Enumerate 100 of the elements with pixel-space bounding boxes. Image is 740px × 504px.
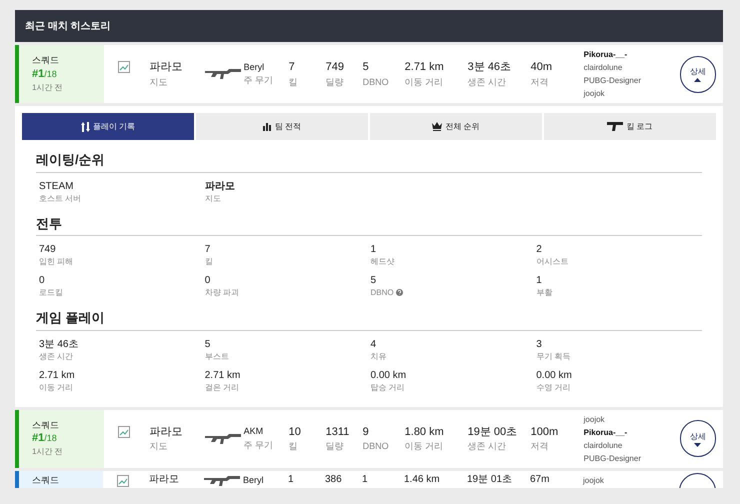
map-name: 파라모 [149,474,180,486]
stat-label: 딜량 [326,76,345,88]
tab[interactable]: 팀 전적 [196,113,368,140]
details-button[interactable]: 상세 [680,420,716,457]
broken-image-icon [118,426,130,438]
tab[interactable]: 전체 순위 [370,113,542,140]
stat-label: 차량 파괴 [204,287,239,298]
stat-value: 2 [536,243,543,256]
stat-value: STEAM [39,180,74,192]
stat-value: 3 [536,338,543,350]
stat-value: 386 [325,474,343,486]
rank-text: #1/18 [32,432,58,446]
stat-label: 부활 [536,287,552,298]
stat-label: 부스트 [204,350,229,362]
caret-down-icon [694,442,702,446]
stat-label: 주 무기 [244,74,274,87]
player-name[interactable]: clairdolune [584,438,680,452]
pistol-icon [607,122,624,131]
stat-value: 1311 [326,424,350,440]
stat-label: 저격 [530,440,550,453]
help-icon[interactable] [396,289,403,296]
stat-label: 생존 시간 [39,350,74,362]
stat-label: 이동 거리 [404,76,444,88]
stat-label: 탑승 거리 [370,382,405,392]
stat-label: DBNO [362,76,390,88]
header-title: 최근 매치 히스토리 [25,20,111,34]
details-button[interactable]: 상세 [680,56,716,92]
sort-icon [80,122,90,132]
stat-value: 9 [362,424,370,440]
weapon-name: Beryl [243,474,265,486]
player-name[interactable]: joojok [584,412,680,426]
map-name: 파라모 [150,60,184,75]
stat-label: 이동 거리 [39,382,74,392]
stat-label: 킬 [288,440,299,453]
stat-label: 생존 시간 [468,440,508,453]
rifle-icon [204,474,240,488]
stat-value: 749 [39,243,57,256]
weapon-name: AKM [244,425,264,438]
stat-label: 지도 [150,440,169,453]
stat-label: 수영 거리 [536,382,570,392]
stat-label: DBNO [362,440,390,453]
stat-value: 2.71 km [404,60,445,75]
section-title: 게임 플레이 [36,308,702,330]
stat-value: 0.00 km [536,368,573,382]
rifle-icon [204,67,241,81]
mode-label: 스쿼드 [32,418,60,432]
stat-value: 1.46 km [404,474,441,486]
stat-value: 1.80 km [404,424,445,440]
player-name[interactable]: Pikorua-__- [584,48,680,61]
time-ago: 1시간 전 [32,446,64,458]
rifle-icon [204,432,241,446]
player-name[interactable]: joojok [583,474,679,486]
rank-text: #1/18 [32,68,58,82]
stat-value: 0.00 km [370,368,408,382]
weapon-name: Beryl [244,60,266,74]
stat-value: 7 [288,60,296,75]
stat-value: 2.71 km [204,368,242,382]
stat-value: 0 [204,274,212,287]
map-name: 파라모 [150,424,184,440]
time-ago: 1시간 전 [32,82,64,94]
stat-value: 4 [370,338,378,350]
stat-label: 생존 시간 [468,76,508,88]
player-name[interactable]: PUBG-Designer [584,74,680,87]
stat-label: 무기 획득 [536,350,570,362]
bar-chart-icon [262,122,272,131]
stat-value: 7 [204,243,212,256]
stat-label: 헤드샷 [370,256,394,267]
crown-icon [432,122,442,131]
caret-up-icon [694,78,702,82]
section-title: 전투 [36,214,702,236]
stat-label: 지도 [204,192,221,204]
stat-label: 주 무기 [244,438,274,452]
player-name[interactable]: joojok [584,87,680,100]
broken-image-icon [118,61,130,73]
player-name[interactable]: Pikorua-__- [584,426,680,438]
stat-value: 3분 46초 [468,60,512,75]
stat-value: 5 [370,274,378,287]
stat-value: 40m [530,60,554,75]
stat-label: 걸은 거리 [204,382,239,392]
tab[interactable]: 킬 로그 [544,113,716,140]
stat-label: 저격 [530,76,550,88]
stat-value: 0 [39,274,46,287]
player-name[interactable]: PUBG-Designer [584,452,680,464]
section-title: 레이팅/순위 [36,150,702,172]
stat-label: 이동 거리 [404,440,444,453]
stat-label: 딜량 [326,440,345,453]
stat-label: 로드킬 [39,287,63,298]
tab[interactable]: 플레이 기록 [22,113,194,140]
stat-value: 19분 00초 [468,424,518,440]
stat-value: 1 [288,474,295,486]
stat-label: 지도 [150,76,169,88]
stat-value: 19분 01초 [467,474,514,486]
stat-label: 치유 [370,350,386,362]
stat-label: 킬 [288,76,299,88]
stat-label: 어시스트 [536,256,568,267]
stat-value: 파라모 [204,180,236,192]
stat-value: 1 [362,474,369,486]
stat-value: 5 [204,338,212,350]
player-name[interactable]: clairdolune [584,61,680,74]
stat-label: DBNO [370,287,394,298]
